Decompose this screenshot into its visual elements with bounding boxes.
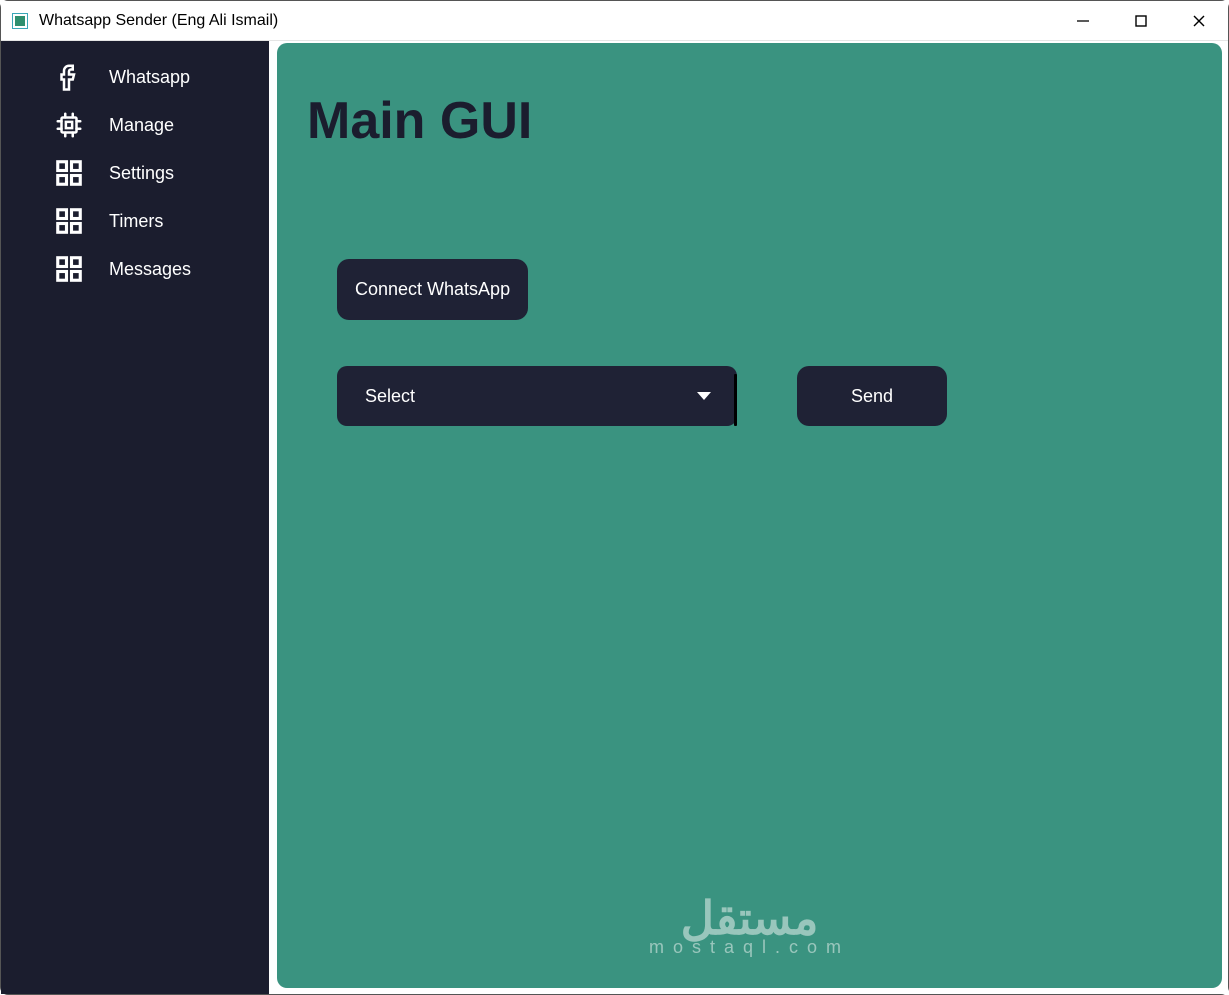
sidebar-item-label: Manage [97, 115, 269, 136]
sidebar-item-settings[interactable]: Settings [1, 149, 269, 197]
sidebar-item-timers[interactable]: Timers [1, 197, 269, 245]
app-icon [11, 12, 29, 30]
title-left: Whatsapp Sender (Eng Ali Ismail) [11, 12, 278, 30]
select-value: Select [365, 386, 415, 407]
watermark-arabic: مستقل [649, 895, 850, 941]
sidebar-item-label: Whatsapp [97, 67, 269, 88]
sidebar-item-messages[interactable]: Messages [1, 245, 269, 293]
sidebar-item-manage[interactable]: Manage [1, 101, 269, 149]
close-button[interactable] [1170, 1, 1228, 41]
grid-icon [41, 254, 97, 284]
grid-icon [41, 206, 97, 236]
title-bar: Whatsapp Sender (Eng Ali Ismail) [1, 1, 1228, 41]
page-title: Main GUI [307, 91, 1192, 151]
facebook-icon [41, 62, 97, 92]
grid-icon [41, 158, 97, 188]
content-area: Main GUI Connect WhatsApp Select Send مس… [269, 41, 1228, 994]
sidebar-item-whatsapp[interactable]: Whatsapp [1, 53, 269, 101]
controls-row: Select Send [337, 366, 1192, 426]
watermark-latin: mostaql.com [649, 937, 850, 958]
maximize-button[interactable] [1112, 1, 1170, 41]
app-body: Whatsapp Manage [1, 41, 1228, 994]
chevron-down-icon [697, 392, 711, 400]
sidebar-item-label: Messages [97, 259, 269, 280]
cpu-icon [41, 110, 97, 140]
send-button[interactable]: Send [797, 366, 947, 426]
select-dropdown[interactable]: Select [337, 366, 737, 426]
connect-whatsapp-button[interactable]: Connect WhatsApp [337, 259, 528, 320]
main-card: Main GUI Connect WhatsApp Select Send مس… [277, 43, 1222, 988]
watermark: مستقل mostaql.com [649, 895, 850, 958]
window-controls [1054, 1, 1228, 41]
window-title: Whatsapp Sender (Eng Ali Ismail) [39, 12, 278, 30]
minimize-button[interactable] [1054, 1, 1112, 41]
sidebar-item-label: Settings [97, 163, 269, 184]
sidebar-item-label: Timers [97, 211, 269, 232]
sidebar: Whatsapp Manage [1, 41, 269, 994]
